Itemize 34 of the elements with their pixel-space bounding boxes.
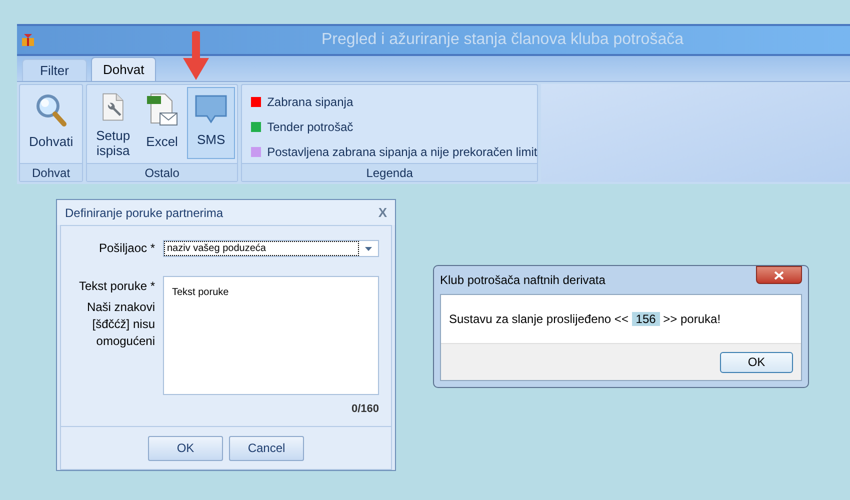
sender-dropdown[interactable]: naziv vašeg poduzeća [163, 240, 379, 257]
caret-icon [365, 246, 372, 250]
dialog-button[interactable]: OK [148, 436, 223, 460]
close-icon [774, 270, 784, 280]
character-counter: 0/160 [351, 402, 379, 417]
ribbon-button[interactable]: Setup ispisa [89, 87, 138, 159]
info-message: Sustavu za slanje proslijeđeno << 156 >> poruka! [449, 311, 721, 328]
legend-label: Zabrana sipanja [267, 94, 354, 111]
ribbon-button[interactable]: Excel [139, 87, 186, 159]
dialog-button[interactable]: Cancel [229, 436, 304, 460]
ribbon-tab[interactable]: Filter [22, 59, 87, 81]
dialog-title: Definiranje poruke partnerima [65, 204, 224, 222]
group-label: Dohvat [20, 163, 82, 181]
gift-icon [21, 33, 35, 47]
group-label: Legenda [242, 163, 538, 181]
legend-label: Tender potrošač [267, 119, 354, 136]
speech-bubble-icon [194, 93, 228, 125]
window-title: Pregled i ažuriranje stanja članova kluba potrošača [322, 30, 684, 50]
spreadsheet-mail-icon [146, 93, 178, 127]
ribbon-button[interactable]: SMS [187, 87, 236, 159]
group-label: Ostalo [87, 163, 238, 181]
close-button[interactable]: X [378, 202, 387, 222]
ok-button[interactable]: OK [720, 352, 793, 372]
message-text-area[interactable]: Tekst poruke [163, 276, 379, 395]
legend-label: Postavljena zabrana sipanja a nije prekoračen limit [267, 144, 538, 161]
note-text: Naši znakovi [šđčćž] nisu omogućeni [86, 299, 155, 350]
ribbon-tab[interactable]: Dohvat [91, 57, 156, 81]
ribbon-button[interactable]: Dohvati [22, 87, 80, 159]
arrow-icon [181, 30, 211, 80]
dialog-title: Klub potrošača naftnih derivata [440, 272, 606, 289]
magnifier-icon [35, 93, 68, 127]
field-label: Pošiljaoc * [98, 240, 155, 257]
field-label: Tekst poruke * [78, 278, 155, 295]
close-button[interactable] [756, 266, 802, 284]
